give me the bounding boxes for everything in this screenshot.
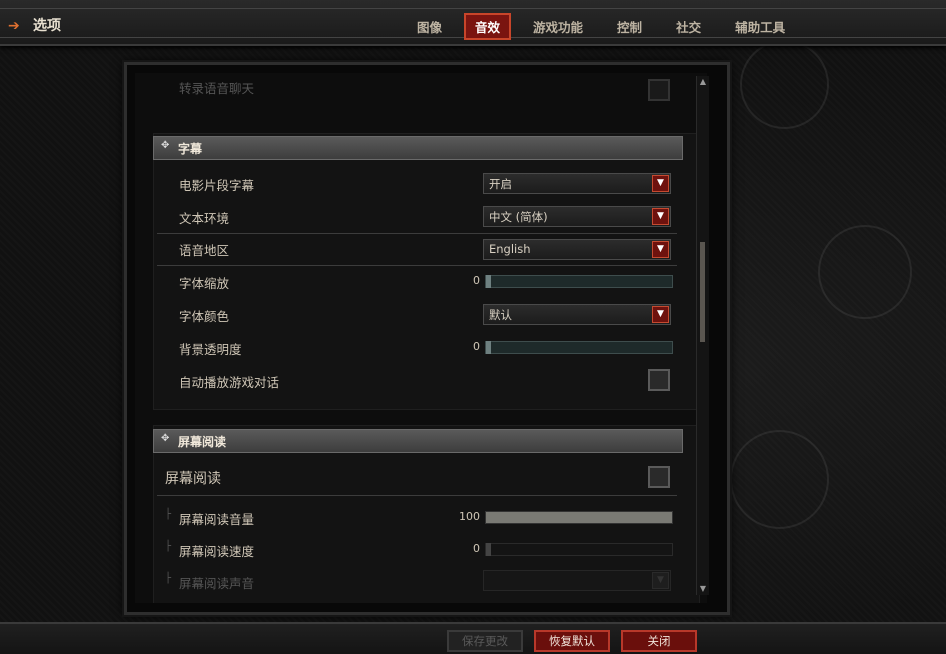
screen-reader-speed-slider[interactable] <box>485 543 673 556</box>
row-divider <box>157 265 677 266</box>
screen-reader-voice-label: 屏幕阅读声音 <box>179 576 255 591</box>
screen-reader-checkbox[interactable] <box>648 466 670 488</box>
screen-reader-toggle-label: 屏幕阅读 <box>165 471 221 487</box>
dropdown-arrow-icon[interactable]: ▼ <box>652 572 669 589</box>
screen-reader-volume-label: 屏幕阅读音量 <box>179 512 255 527</box>
screen-reader-header-label: 屏幕阅读 <box>178 435 227 449</box>
close-button[interactable]: 关闭 <box>621 630 697 652</box>
tree-branch-icon: ├ <box>165 573 172 584</box>
section-collapse-icon[interactable]: ✥ <box>161 140 169 151</box>
row-divider <box>157 495 677 496</box>
voice-region-label: 语音地区 <box>179 243 230 258</box>
bg-opacity-value: 0 <box>473 340 480 353</box>
transcribe-voice-chat-label: 转录语音聊天 <box>179 81 255 96</box>
page-title: 选项 <box>33 18 61 34</box>
dropdown-arrow-icon[interactable]: ▼ <box>652 241 669 258</box>
screen-reader-section-header: ✥ 屏幕阅读 <box>153 429 683 453</box>
screen-reader-voice-dropdown[interactable]: ▼ <box>483 570 671 591</box>
scroll-down-arrow-icon[interactable]: ▼ <box>697 583 709 595</box>
top-bar: ➔ 选项 图像 音效 游戏功能 控制 社交 辅助工具 <box>0 0 946 46</box>
voice-region-dropdown[interactable]: English ▼ <box>483 239 671 260</box>
save-changes-button[interactable]: 保存更改 <box>447 630 523 652</box>
scrollbar-thumb[interactable] <box>700 242 705 342</box>
row-divider <box>157 233 677 234</box>
autoplay-dialog-label: 自动播放游戏对话 <box>179 375 280 390</box>
back-arrow-icon[interactable]: ➔ <box>8 18 20 34</box>
tab-accessibility[interactable]: 辅助工具 <box>723 13 797 40</box>
options-panel: 转录语音聊天 ✥ 字幕 电影片段字幕 开启 ▼ 文本环境 中文 (简体) ▼ 语… <box>124 62 730 615</box>
tab-controls[interactable]: 控制 <box>605 13 654 40</box>
slider-fill <box>486 512 672 523</box>
bg-opacity-label: 背景透明度 <box>179 342 242 357</box>
font-scale-label: 字体缩放 <box>179 276 230 291</box>
options-scroll-area: 转录语音聊天 ✥ 字幕 电影片段字幕 开启 ▼ 文本环境 中文 (简体) ▼ 语… <box>135 73 707 603</box>
autoplay-dialog-checkbox[interactable] <box>648 369 670 391</box>
transcribe-voice-chat-checkbox[interactable] <box>648 79 670 101</box>
background-rune-circle <box>818 225 912 319</box>
font-color-label: 字体颜色 <box>179 309 230 324</box>
dropdown-arrow-icon[interactable]: ▼ <box>652 175 669 192</box>
tab-audio[interactable]: 音效 <box>464 13 512 40</box>
bg-opacity-slider[interactable] <box>485 341 673 354</box>
dropdown-arrow-icon[interactable]: ▼ <box>652 306 669 323</box>
cinematic-subtitles-label: 电影片段字幕 <box>179 178 255 193</box>
voice-region-value: English <box>489 242 531 256</box>
dropdown-arrow-icon[interactable]: ▼ <box>652 208 669 225</box>
slider-handle[interactable] <box>486 543 491 556</box>
subtitles-section-header: ✥ 字幕 <box>153 136 683 160</box>
restore-defaults-button[interactable]: 恢复默认 <box>534 630 610 652</box>
section-collapse-icon[interactable]: ✥ <box>161 433 169 444</box>
tree-branch-icon: ├ <box>165 509 172 520</box>
text-locale-value: 中文 (简体) <box>489 210 548 224</box>
scroll-up-arrow-icon[interactable]: ▲ <box>697 76 709 88</box>
font-color-value: 默认 <box>489 308 512 322</box>
tab-social[interactable]: 社交 <box>664 13 713 40</box>
background-rune-circle-top <box>740 40 829 129</box>
cinematic-subtitles-value: 开启 <box>489 177 512 191</box>
tab-bar: 图像 音效 游戏功能 控制 社交 辅助工具 <box>400 13 802 40</box>
screen-reader-volume-value: 100 <box>459 510 480 523</box>
font-color-dropdown[interactable]: 默认 ▼ <box>483 304 671 325</box>
cinematic-subtitles-dropdown[interactable]: 开启 ▼ <box>483 173 671 194</box>
text-locale-dropdown[interactable]: 中文 (简体) ▼ <box>483 206 671 227</box>
slider-handle[interactable] <box>486 275 491 288</box>
text-locale-label: 文本环境 <box>179 211 230 226</box>
background-rune-circle-lower <box>730 430 829 529</box>
tab-graphics[interactable]: 图像 <box>405 13 454 40</box>
tree-branch-icon: ├ <box>165 541 172 552</box>
options-scrollbar[interactable]: ▲ ▼ <box>696 76 709 595</box>
screen-reader-speed-value: 0 <box>473 542 480 555</box>
slider-handle[interactable] <box>486 341 491 354</box>
screen-reader-volume-slider[interactable] <box>485 511 673 524</box>
subtitles-header-label: 字幕 <box>178 142 203 156</box>
font-scale-slider[interactable] <box>485 275 673 288</box>
font-scale-value: 0 <box>473 274 480 287</box>
tab-gameplay[interactable]: 游戏功能 <box>521 13 595 40</box>
screen-reader-speed-label: 屏幕阅读速度 <box>179 544 255 559</box>
